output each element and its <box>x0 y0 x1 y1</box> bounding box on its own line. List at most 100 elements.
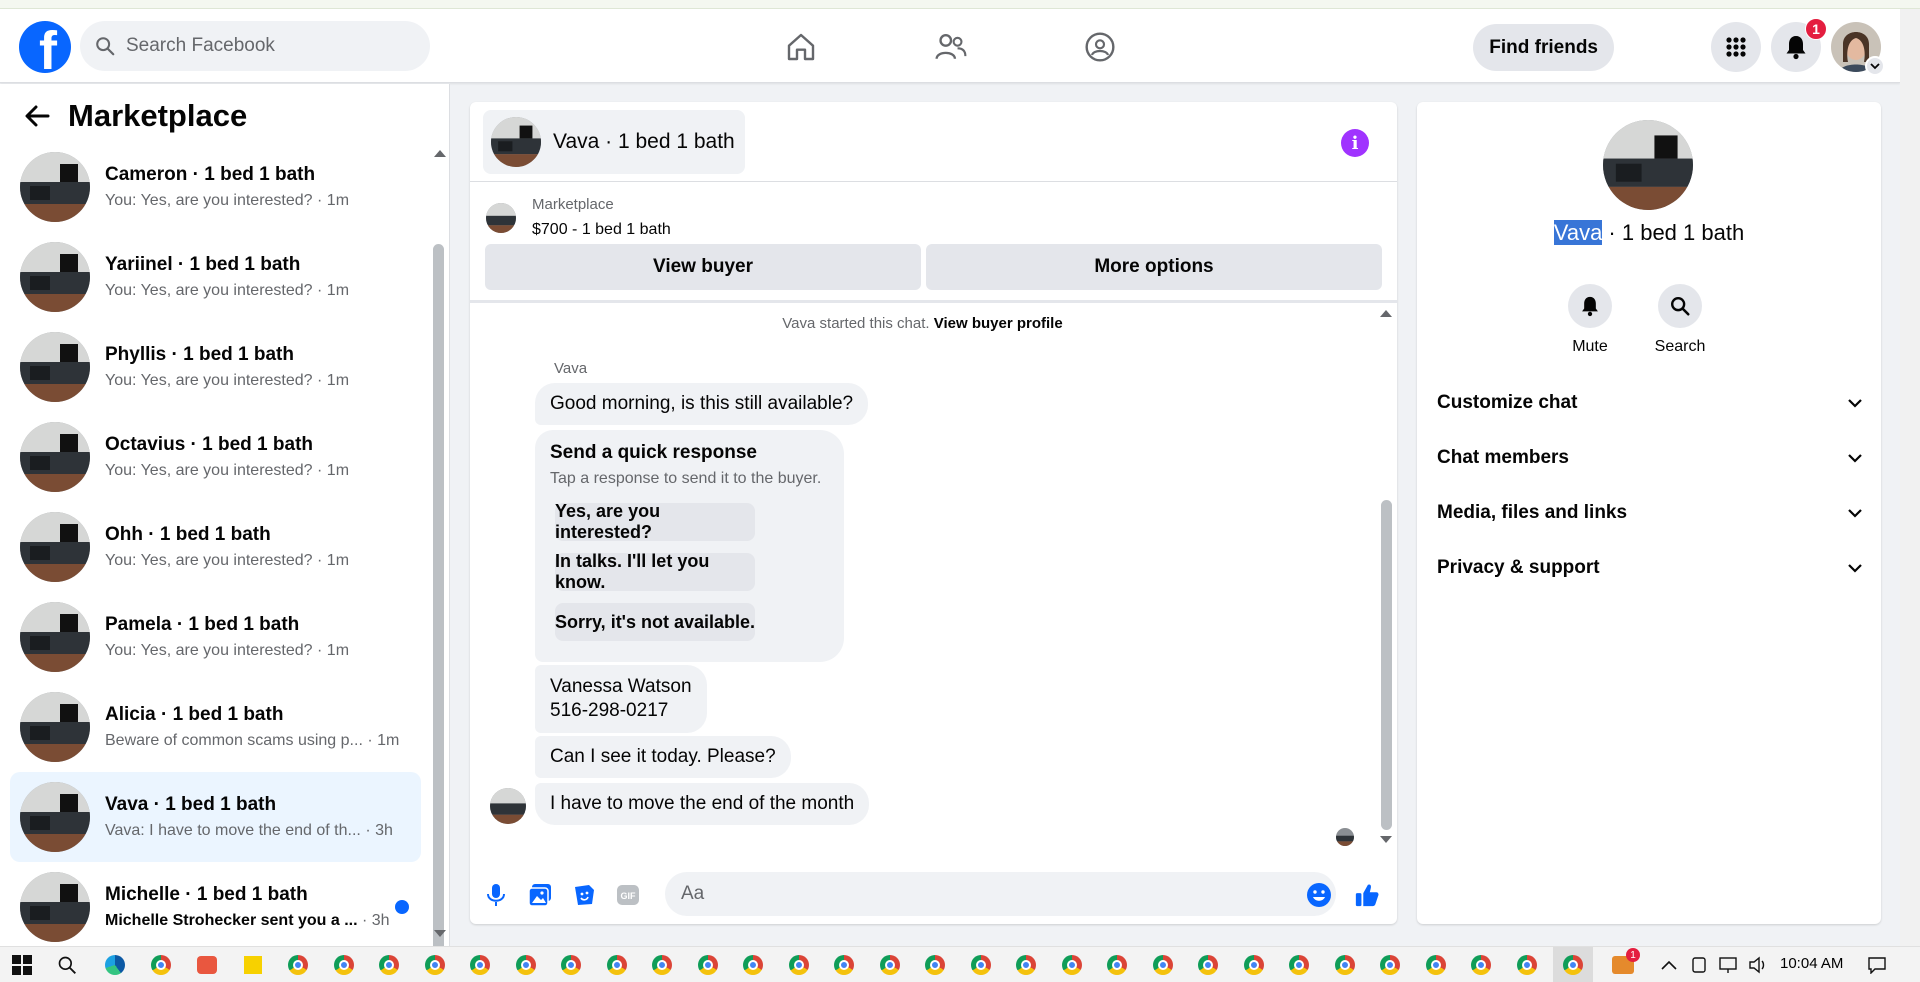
back-arrow-icon[interactable] <box>24 105 50 127</box>
message-bubble[interactable]: Vanessa Watson 516-298-0217 <box>535 665 707 733</box>
conversation-item-yariinel[interactable]: Yariinel · 1 bed 1 bath You: Yes, are you… <box>10 232 421 322</box>
view-buyer-profile-link[interactable]: View buyer profile <box>934 315 1063 332</box>
chrome-icon[interactable] <box>331 952 357 978</box>
page-scrollbar[interactable] <box>1900 9 1920 946</box>
find-friends-button[interactable]: Find friends <box>1473 24 1614 71</box>
conversation-item-phyllis[interactable]: Phyllis · 1 bed 1 bath You: Yes, are you … <box>10 322 421 412</box>
chrome-icon[interactable] <box>1059 952 1085 978</box>
chrome-icon[interactable] <box>1423 952 1449 978</box>
facebook-logo[interactable]: f <box>19 21 71 73</box>
chat-header-button[interactable]: Vava · 1 bed 1 bath <box>483 110 745 174</box>
windows-start-icon[interactable] <box>9 952 35 978</box>
chrome-icon[interactable] <box>1241 952 1267 978</box>
media-files-links-row[interactable]: Media, files and links <box>1437 493 1862 533</box>
chrome-icon[interactable] <box>922 952 948 978</box>
volume-icon[interactable] <box>1745 952 1771 978</box>
mute-button[interactable]: Mute <box>1550 284 1630 356</box>
quick-reply-in-talks-button[interactable]: In talks. I'll let you know. <box>555 551 755 592</box>
groups-icon[interactable] <box>1080 27 1120 67</box>
conversation-item-vava[interactable]: Vava · 1 bed 1 bath Vava: I have to move … <box>10 772 421 862</box>
app-icon[interactable] <box>194 952 220 978</box>
chrome-icon[interactable] <box>1104 952 1130 978</box>
chrome-icon[interactable] <box>1377 952 1403 978</box>
conversation-item-michelle[interactable]: Michelle · 1 bed 1 bath Michelle Stroheck… <box>10 862 421 952</box>
conversation-name: Yariinel · 1 bed 1 bath <box>105 254 301 275</box>
quick-reply-not-available-button[interactable]: Sorry, it's not available. <box>555 603 755 641</box>
chrome-icon[interactable] <box>1013 952 1039 978</box>
chrome-icon[interactable] <box>604 952 630 978</box>
sticker-icon[interactable] <box>571 882 597 908</box>
mute-label: Mute <box>1572 338 1608 355</box>
message-bubble[interactable]: Good morning, is this still available? <box>535 383 869 425</box>
chrome-icon[interactable] <box>877 952 903 978</box>
chrome-icon[interactable] <box>1514 952 1540 978</box>
conversation-item-alicia[interactable]: Alicia · 1 bed 1 bath Beware of common sc… <box>10 682 421 772</box>
photo-icon[interactable] <box>527 882 553 908</box>
info-icon[interactable]: i <box>1341 129 1369 157</box>
view-buyer-button[interactable]: View buyer <box>485 244 921 290</box>
conversation-name: Michelle · 1 bed 1 bath <box>105 884 308 905</box>
chat-avatar[interactable] <box>1603 120 1693 210</box>
chrome-icon[interactable] <box>148 952 174 978</box>
sticky-notes-icon[interactable] <box>240 952 266 978</box>
chrome-icon[interactable] <box>1195 952 1221 978</box>
app-notification-icon[interactable]: 1 <box>1610 948 1640 978</box>
message-bubble[interactable]: Can I see it today. Please? <box>535 736 791 778</box>
chrome-icon[interactable] <box>422 952 448 978</box>
customize-chat-row[interactable]: Customize chat <box>1437 383 1862 423</box>
quick-reply-yes-button[interactable]: Yes, are you interested? <box>555 501 755 542</box>
chat-members-row[interactable]: Chat members <box>1437 438 1862 478</box>
device-icon[interactable] <box>1686 952 1712 978</box>
chat-scrollbar[interactable] <box>1381 500 1392 830</box>
chrome-icon[interactable] <box>1286 952 1312 978</box>
conversation-item-ohh[interactable]: Ohh · 1 bed 1 bath You: Yes, are you inte… <box>10 502 421 592</box>
chevron-up-icon[interactable] <box>1656 952 1682 978</box>
edge-icon[interactable] <box>102 952 128 978</box>
chrome-icon[interactable] <box>695 952 721 978</box>
scroll-up-arrow[interactable] <box>1380 310 1392 317</box>
privacy-support-row[interactable]: Privacy & support <box>1437 548 1862 588</box>
search-conversation-button[interactable]: Search <box>1640 284 1720 356</box>
message-bubble[interactable]: I have to move the end of the month <box>535 783 870 825</box>
chrome-icon[interactable] <box>558 952 584 978</box>
chrome-icon[interactable] <box>513 952 539 978</box>
home-icon[interactable] <box>781 27 821 67</box>
chrome-icon[interactable] <box>1150 952 1176 978</box>
chrome-icon[interactable] <box>649 952 675 978</box>
conversation-time: · 1m <box>317 462 350 479</box>
listing-summary[interactable]: Marketplace $700 - 1 bed 1 bath <box>486 196 671 239</box>
sidebar-scrollbar[interactable] <box>433 244 444 982</box>
gif-icon[interactable]: GIF <box>615 882 641 908</box>
chrome-icon[interactable] <box>968 952 994 978</box>
conversation-item-octavius[interactable]: Octavius · 1 bed 1 bath You: Yes, are you… <box>10 412 421 502</box>
scroll-up-arrow[interactable] <box>434 150 446 157</box>
friends-icon[interactable] <box>931 27 971 67</box>
chrome-icon[interactable] <box>1468 952 1494 978</box>
notifications-button[interactable]: 1 <box>1771 18 1827 72</box>
thumbs-up-icon[interactable] <box>1354 882 1380 908</box>
notification-center-icon[interactable] <box>1864 952 1890 978</box>
microphone-icon[interactable] <box>483 882 509 908</box>
chrome-icon[interactable] <box>1332 952 1358 978</box>
taskbar-clock[interactable]: 10:04 AM <box>1780 955 1843 972</box>
chrome-icon[interactable] <box>467 952 493 978</box>
account-chevron-down-icon[interactable] <box>1865 56 1885 76</box>
chrome-icon[interactable] <box>1560 952 1586 978</box>
chrome-icon[interactable] <box>376 952 402 978</box>
section-label: Customize chat <box>1437 392 1578 413</box>
scroll-down-arrow[interactable] <box>1380 836 1392 843</box>
search-input[interactable]: Search Facebook <box>80 21 430 71</box>
network-icon[interactable] <box>1715 952 1741 978</box>
more-options-button[interactable]: More options <box>926 244 1382 290</box>
conversation-item-cameron[interactable]: Cameron · 1 bed 1 bath You: Yes, are you … <box>10 142 421 232</box>
chrome-icon[interactable] <box>740 952 766 978</box>
conversation-item-pamela[interactable]: Pamela · 1 bed 1 bath You: Yes, are you i… <box>10 592 421 682</box>
menu-grid-icon[interactable] <box>1711 22 1761 72</box>
taskbar-search-icon[interactable] <box>54 952 80 978</box>
message-input[interactable]: Aa <box>665 872 1336 916</box>
chrome-icon[interactable] <box>786 952 812 978</box>
chrome-icon[interactable] <box>285 952 311 978</box>
chrome-icon[interactable] <box>831 952 857 978</box>
scroll-down-arrow[interactable] <box>434 930 446 937</box>
emoji-icon[interactable] <box>1306 882 1332 908</box>
